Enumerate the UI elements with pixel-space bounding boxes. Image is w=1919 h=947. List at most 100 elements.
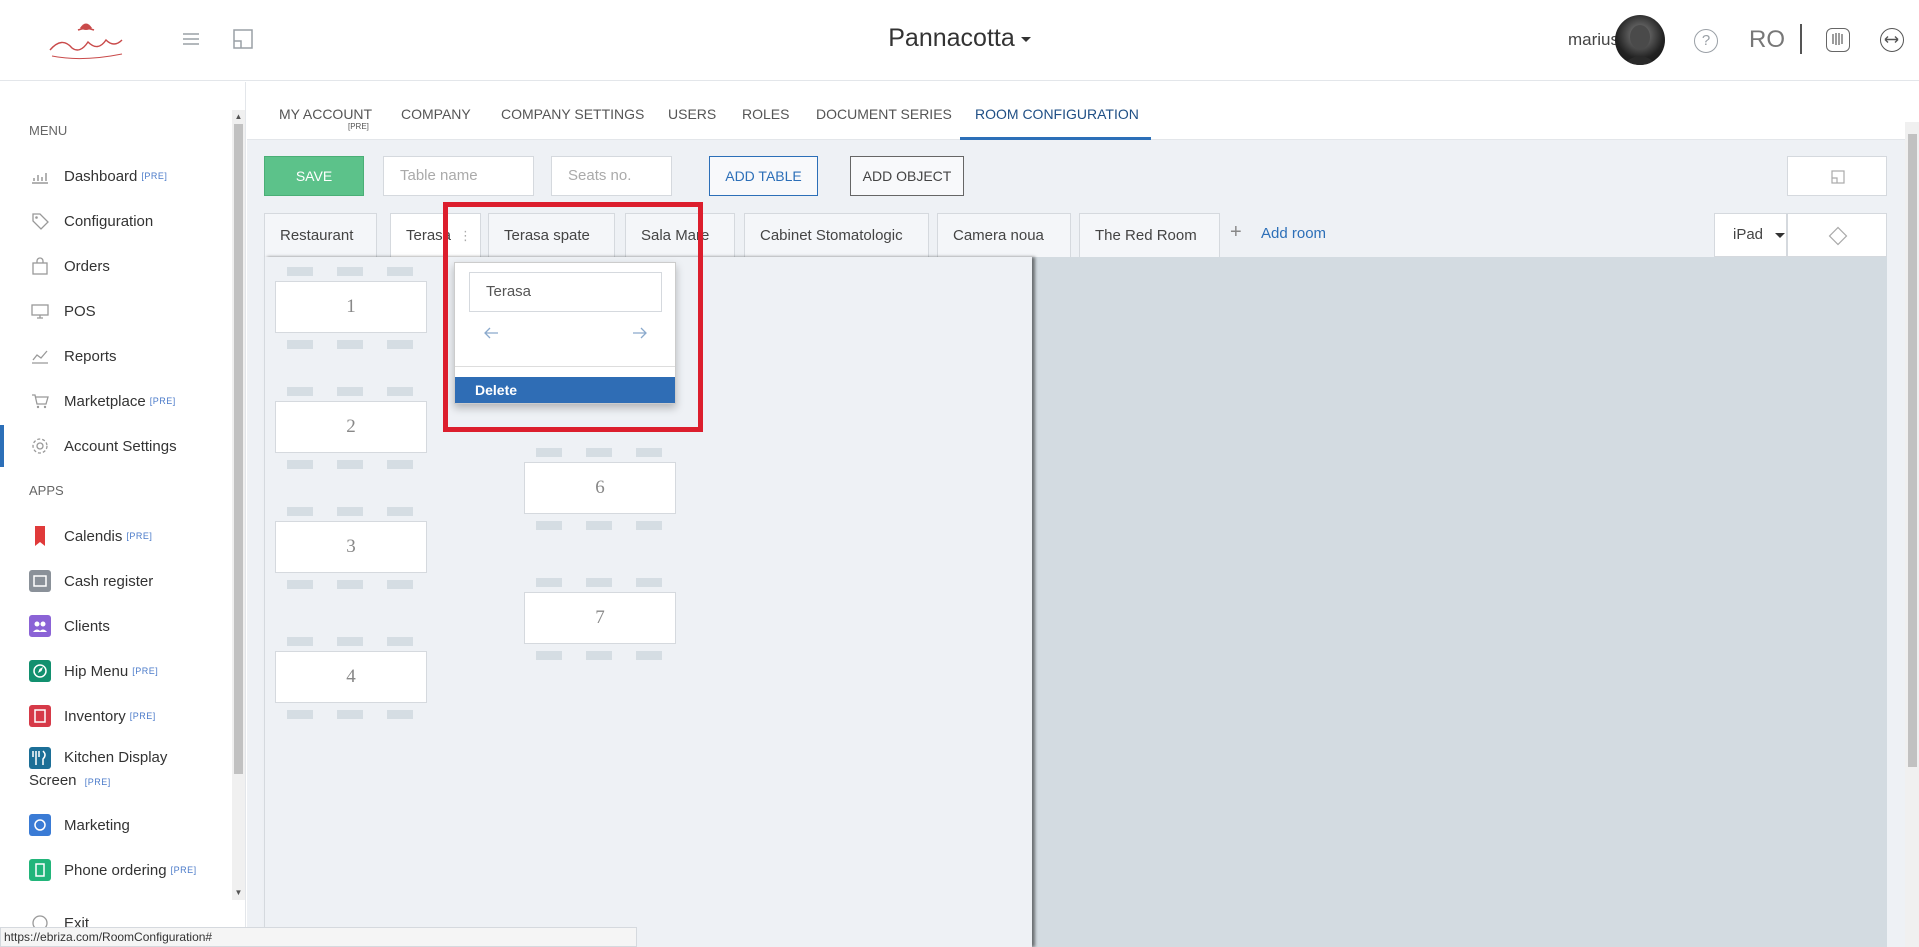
active-indicator	[0, 425, 4, 467]
tab-users[interactable]: USERS	[668, 106, 716, 122]
table-number[interactable]: 2	[275, 401, 427, 453]
sidebar-item-reports[interactable]: Reports	[29, 341, 117, 371]
add-object-button[interactable]: ADD OBJECT	[850, 156, 964, 196]
preview-button[interactable]	[1787, 156, 1887, 196]
seat	[636, 651, 662, 660]
add-room-link[interactable]: Add room	[1261, 225, 1326, 242]
intercom-icon[interactable]	[1826, 28, 1850, 52]
sidebar-item-calendis[interactable]: Calendis [PRE]	[29, 521, 152, 551]
monitor-icon	[29, 300, 51, 322]
tab-pre-badge: [PRE]	[348, 122, 369, 131]
sidebar-item-cash-register[interactable]: Cash register	[29, 566, 153, 596]
plus-icon[interactable]: +	[1230, 221, 1242, 244]
table-number[interactable]: 4	[275, 651, 427, 703]
save-button[interactable]: SAVE	[264, 156, 364, 196]
room-tab-terasa[interactable]: Terasa ⋮	[390, 213, 481, 258]
sidebar-item-account-settings[interactable]: Account Settings	[29, 431, 177, 461]
more-vertical-icon[interactable]: ⋮	[459, 214, 472, 257]
sidebar-scrollbar-thumb[interactable]	[234, 124, 243, 774]
language-switcher[interactable]: RO	[1749, 26, 1785, 54]
table-3[interactable]: 3	[275, 507, 427, 589]
delete-room-button[interactable]: Delete	[455, 377, 675, 403]
device-select-value: iPad	[1733, 226, 1764, 243]
scroll-up-arrow-icon[interactable]: ▲	[234, 112, 243, 122]
tab-company[interactable]: COMPANY	[401, 106, 471, 122]
table-1[interactable]: 1	[275, 267, 427, 349]
sidebar-item-inventory[interactable]: Inventory [PRE]	[29, 701, 156, 731]
seat	[387, 710, 413, 719]
seats-input[interactable]: Seats no.	[551, 156, 672, 196]
seat	[287, 637, 313, 646]
sidebar-item-phone-ordering[interactable]: Phone ordering [PRE]	[29, 855, 197, 885]
room-tab-terasa-spate[interactable]: Terasa spate	[488, 213, 615, 257]
sidebar-item-label: Hip Menu	[64, 662, 129, 680]
table-4[interactable]: 4	[275, 637, 427, 719]
popup-divider	[455, 366, 675, 367]
main-scrollbar-thumb[interactable]	[1908, 134, 1917, 767]
room-name-input[interactable]: Terasa	[469, 272, 662, 312]
table-number[interactable]: 3	[275, 521, 427, 573]
cart-icon	[29, 390, 51, 412]
tab-document-series[interactable]: DOCUMENT SERIES	[816, 106, 952, 122]
company-logo[interactable]	[42, 18, 132, 62]
chart-icon	[29, 165, 51, 187]
rotate-button[interactable]	[1787, 213, 1887, 257]
table-7[interactable]: 7	[524, 578, 676, 660]
seat	[287, 580, 313, 589]
help-icon[interactable]: ?	[1694, 29, 1718, 53]
expand-arrows-icon[interactable]	[1880, 28, 1904, 52]
sidebar-item-label: Clients	[64, 617, 110, 635]
seat	[636, 448, 662, 457]
fullscreen-icon[interactable]	[232, 28, 254, 50]
room-tab-sala-mare[interactable]: Sala Mare	[625, 213, 735, 257]
sidebar-item-kitchen-display[interactable]: Kitchen Display Screen [PRE]	[29, 746, 167, 789]
report-icon	[29, 345, 51, 367]
username[interactable]: marius	[1568, 30, 1619, 50]
scroll-down-arrow-icon[interactable]: ▼	[234, 888, 243, 898]
sidebar-item-configuration[interactable]: Configuration	[29, 206, 153, 236]
table-number[interactable]: 1	[275, 281, 427, 333]
sidebar-item-label: POS	[64, 302, 96, 320]
resize-icon	[1831, 170, 1845, 184]
tab-room-configuration[interactable]: ROOM CONFIGURATION	[975, 106, 1139, 122]
device-select[interactable]: iPad	[1714, 213, 1787, 257]
tab-company-settings[interactable]: COMPANY SETTINGS	[501, 106, 644, 122]
sidebar-item-pos[interactable]: POS	[29, 296, 96, 326]
room-tab-the-red-room[interactable]: The Red Room	[1079, 213, 1220, 257]
tab-roles[interactable]: ROLES	[742, 106, 789, 122]
seat	[337, 387, 363, 396]
sidebar-item-orders[interactable]: Orders	[29, 251, 110, 281]
sidebar-item-marketplace[interactable]: Marketplace [PRE]	[29, 386, 176, 416]
seat	[387, 460, 413, 469]
table-number[interactable]: 6	[524, 462, 676, 514]
seat	[287, 387, 313, 396]
room-tab-cabinet-stomatologic[interactable]: Cabinet Stomatologic	[744, 213, 929, 257]
seat	[387, 507, 413, 516]
sidebar-item-marketing[interactable]: Marketing	[29, 810, 130, 840]
add-table-button[interactable]: ADD TABLE	[709, 156, 818, 196]
tab-my-account[interactable]: MY ACCOUNT	[279, 106, 372, 122]
chevron-down-icon	[1775, 232, 1786, 238]
seat	[337, 580, 363, 589]
sidebar-item-dashboard[interactable]: Dashboard [PRE]	[29, 161, 167, 191]
avatar[interactable]	[1615, 15, 1665, 65]
seat	[287, 460, 313, 469]
cutlery-icon	[29, 747, 51, 769]
room-tab-restaurant[interactable]: Restaurant	[264, 213, 377, 257]
table-name-input[interactable]: Table name	[383, 156, 534, 196]
table-2[interactable]: 2	[275, 387, 427, 469]
sidebar-item-hip-menu[interactable]: Hip Menu [PRE]	[29, 656, 158, 686]
sidebar-item-clients[interactable]: Clients	[29, 611, 110, 641]
pre-badge: [PRE]	[84, 777, 111, 787]
room-tab-camera-noua[interactable]: Camera noua	[937, 213, 1071, 257]
table-number[interactable]: 7	[524, 592, 676, 644]
arrow-right-icon[interactable]	[632, 324, 648, 345]
seat	[337, 637, 363, 646]
marketing-icon	[29, 814, 51, 836]
sidebar-item-label: Cash register	[64, 572, 154, 590]
table-6[interactable]: 6	[524, 448, 676, 530]
bookmark-icon	[29, 525, 51, 547]
restaurant-selector[interactable]: Pannacotta	[888, 24, 1031, 52]
hamburger-menu-icon[interactable]	[180, 28, 202, 50]
arrow-left-icon[interactable]	[483, 324, 499, 345]
